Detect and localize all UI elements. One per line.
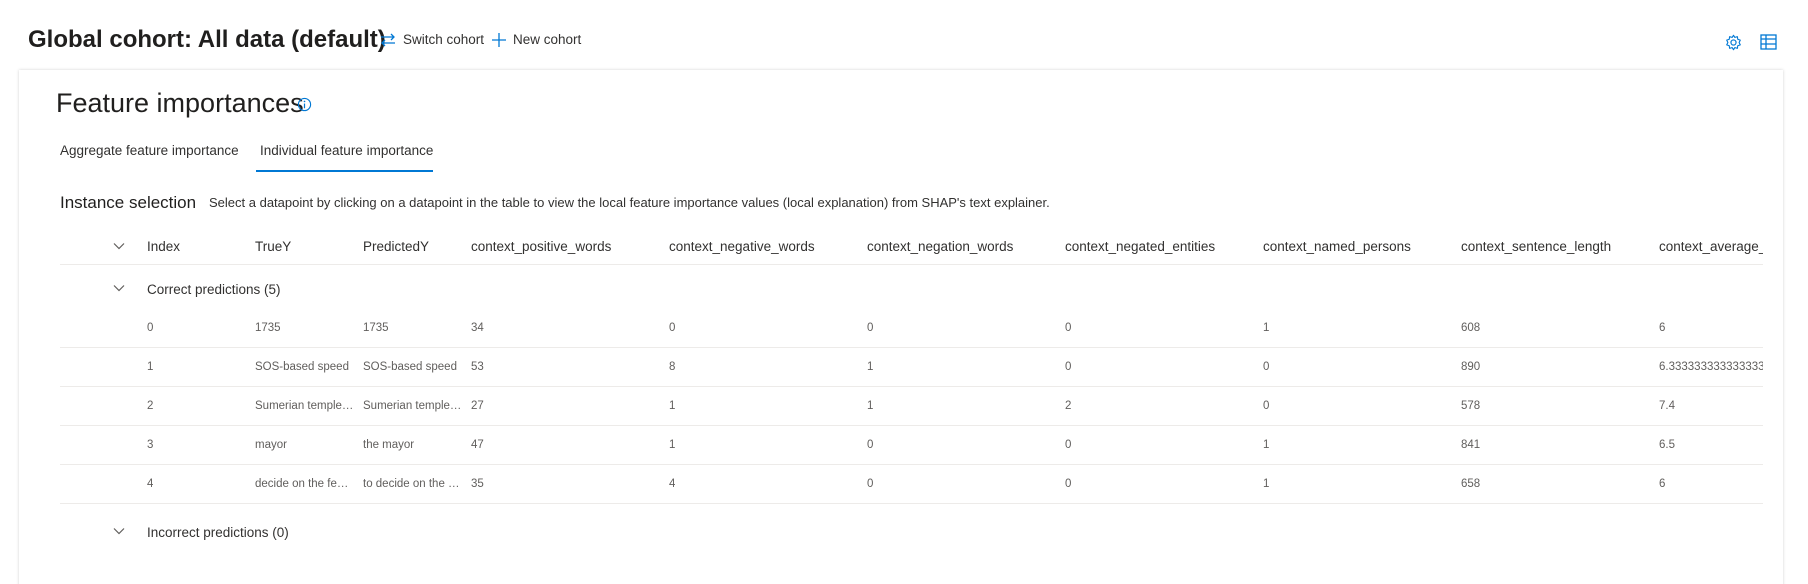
table-icon [1759, 34, 1777, 50]
column-header-index[interactable]: Index [147, 239, 180, 254]
switch-cohort-label: Switch cohort [403, 32, 485, 47]
cell-context-negation-words: 0 [867, 322, 874, 334]
cell-context-positive-words: 27 [471, 400, 484, 412]
cell-context-negative-words: 0 [669, 322, 676, 334]
cell-predictedy: Sumerian temple… [363, 400, 462, 412]
cell-truey: SOS-based speed [255, 361, 349, 373]
cell-context-negative-words: 4 [669, 478, 676, 490]
gear-icon [1725, 34, 1741, 50]
cell-context-named-persons: 1 [1263, 439, 1270, 451]
column-header-truey[interactable]: TrueY [255, 239, 291, 254]
cell-context-named-persons: 1 [1263, 478, 1270, 490]
column-header-context-negated-entities[interactable]: context_negated_entities [1065, 239, 1215, 254]
table-header-row: Index TrueY PredictedY context_positive_… [60, 225, 1763, 265]
cell-context-negative-words: 1 [669, 400, 676, 412]
cell-index: 0 [147, 322, 154, 334]
cell-context-sentence-length: 890 [1461, 361, 1481, 373]
table-row[interactable]: 2 Sumerian temple… Sumerian temple… 27 1… [60, 387, 1763, 426]
selected-tab-indicator [256, 170, 433, 172]
info-icon[interactable] [297, 97, 312, 112]
cell-context-sentence-length: 658 [1461, 478, 1481, 490]
table-row[interactable]: 4 decide on the fe… to decide on the … 3… [60, 465, 1763, 504]
cell-context-positive-words: 34 [471, 322, 484, 334]
cell-predictedy: 1735 [363, 322, 389, 334]
cell-context-negated-entities: 0 [1065, 478, 1072, 490]
cell-context-average-p: 6 [1659, 322, 1666, 334]
chevron-down-icon[interactable] [112, 524, 126, 538]
cell-context-sentence-length: 608 [1461, 322, 1481, 334]
cell-context-negated-entities: 0 [1065, 322, 1072, 334]
new-cohort-button[interactable]: New cohort [492, 32, 581, 47]
column-header-context-negation-words[interactable]: context_negation_words [867, 239, 1013, 254]
cell-context-average-p: 6.5 [1659, 439, 1675, 451]
cell-context-sentence-length: 841 [1461, 439, 1481, 451]
cell-context-named-persons: 0 [1263, 400, 1270, 412]
cell-context-negation-words: 1 [867, 400, 874, 412]
column-header-context-sentence-length[interactable]: context_sentence_length [1461, 239, 1611, 254]
cell-index: 4 [147, 478, 154, 490]
cell-index: 3 [147, 439, 154, 451]
cell-context-average-p: 6.333333333333333 [1659, 361, 1763, 373]
column-header-context-positive-words[interactable]: context_positive_words [471, 239, 611, 254]
cell-context-average-p: 6 [1659, 478, 1666, 490]
instance-selection-title: Instance selection [60, 193, 197, 212]
cell-predictedy: to decide on the … [363, 478, 460, 490]
section-title: Feature importances [56, 88, 304, 118]
column-header-predictedy[interactable]: PredictedY [363, 239, 429, 254]
table-row[interactable]: 3 mayor the mayor 47 1 0 0 1 841 6.5 [60, 426, 1763, 465]
cell-context-named-persons: 1 [1263, 322, 1270, 334]
column-header-context-named-persons[interactable]: context_named_persons [1263, 239, 1411, 254]
cell-truey: 1735 [255, 322, 281, 334]
cell-context-negative-words: 8 [669, 361, 676, 373]
cell-context-average-p: 7.4 [1659, 400, 1675, 412]
tab-aggregate-feature-importance[interactable]: Aggregate feature importance [60, 143, 239, 158]
cell-context-negated-entities: 0 [1065, 361, 1072, 373]
group-label: Correct predictions (5) [147, 282, 281, 297]
cell-predictedy: the mayor [363, 439, 415, 451]
tab-individual-feature-importance[interactable]: Individual feature importance [260, 143, 433, 158]
cell-context-positive-words: 53 [471, 361, 484, 373]
settings-button[interactable] [1722, 31, 1744, 53]
group-header-incorrect-predictions[interactable]: Incorrect predictions (0) [60, 511, 1763, 545]
cell-predictedy: SOS-based speed [363, 361, 457, 373]
table-row[interactable]: 0 1735 1735 34 0 0 0 1 608 6 [60, 309, 1763, 348]
cell-truey: Sumerian temple… [255, 400, 354, 412]
cell-context-negation-words: 1 [867, 361, 874, 373]
group-header-correct-predictions[interactable]: Correct predictions (5) [60, 268, 1763, 308]
top-bar: Global cohort: All data (default) Switch… [0, 0, 1808, 70]
table-view-button[interactable] [1757, 31, 1779, 53]
group-label: Incorrect predictions (0) [147, 525, 289, 540]
cell-truey: decide on the fe… [255, 478, 349, 490]
chevron-down-icon[interactable] [112, 281, 126, 295]
cell-context-sentence-length: 578 [1461, 400, 1481, 412]
instances-table: Index TrueY PredictedY context_positive_… [60, 225, 1763, 545]
instance-selection-description: Select a datapoint by clicking on a data… [209, 195, 1050, 210]
column-header-context-negative-words[interactable]: context_negative_words [669, 239, 815, 254]
cell-index: 1 [147, 361, 154, 373]
cell-context-negation-words: 0 [867, 478, 874, 490]
cell-context-negative-words: 1 [669, 439, 676, 451]
table-row[interactable]: 1 SOS-based speed SOS-based speed 53 8 1… [60, 348, 1763, 387]
cell-truey: mayor [255, 439, 287, 451]
cell-context-named-persons: 0 [1263, 361, 1270, 373]
switch-cohort-button[interactable]: Switch cohort [380, 32, 484, 47]
cell-context-negated-entities: 2 [1065, 400, 1072, 412]
cohort-title: Global cohort: All data (default) [28, 26, 386, 53]
collapse-all-chevron-icon[interactable] [112, 239, 126, 253]
cell-context-negation-words: 0 [867, 439, 874, 451]
switch-arrows-icon [381, 33, 395, 46]
cell-context-negated-entities: 0 [1065, 439, 1072, 451]
cell-context-positive-words: 35 [471, 478, 484, 490]
column-header-context-average-p[interactable]: context_average_p [1659, 239, 1763, 254]
plus-icon [492, 32, 506, 47]
cell-context-positive-words: 47 [471, 439, 484, 451]
new-cohort-label: New cohort [513, 32, 582, 47]
cell-index: 2 [147, 400, 154, 412]
